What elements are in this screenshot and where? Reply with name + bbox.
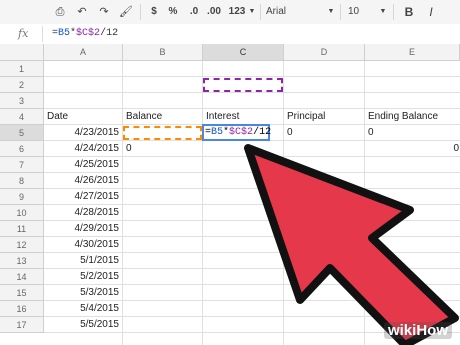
pointer-arrow-overlay (244, 144, 459, 345)
watermark: wikiHow (383, 322, 452, 339)
watermark-how: How (416, 322, 448, 339)
red-arrow-icon (244, 144, 459, 345)
watermark-wiki: wiki (387, 322, 417, 339)
